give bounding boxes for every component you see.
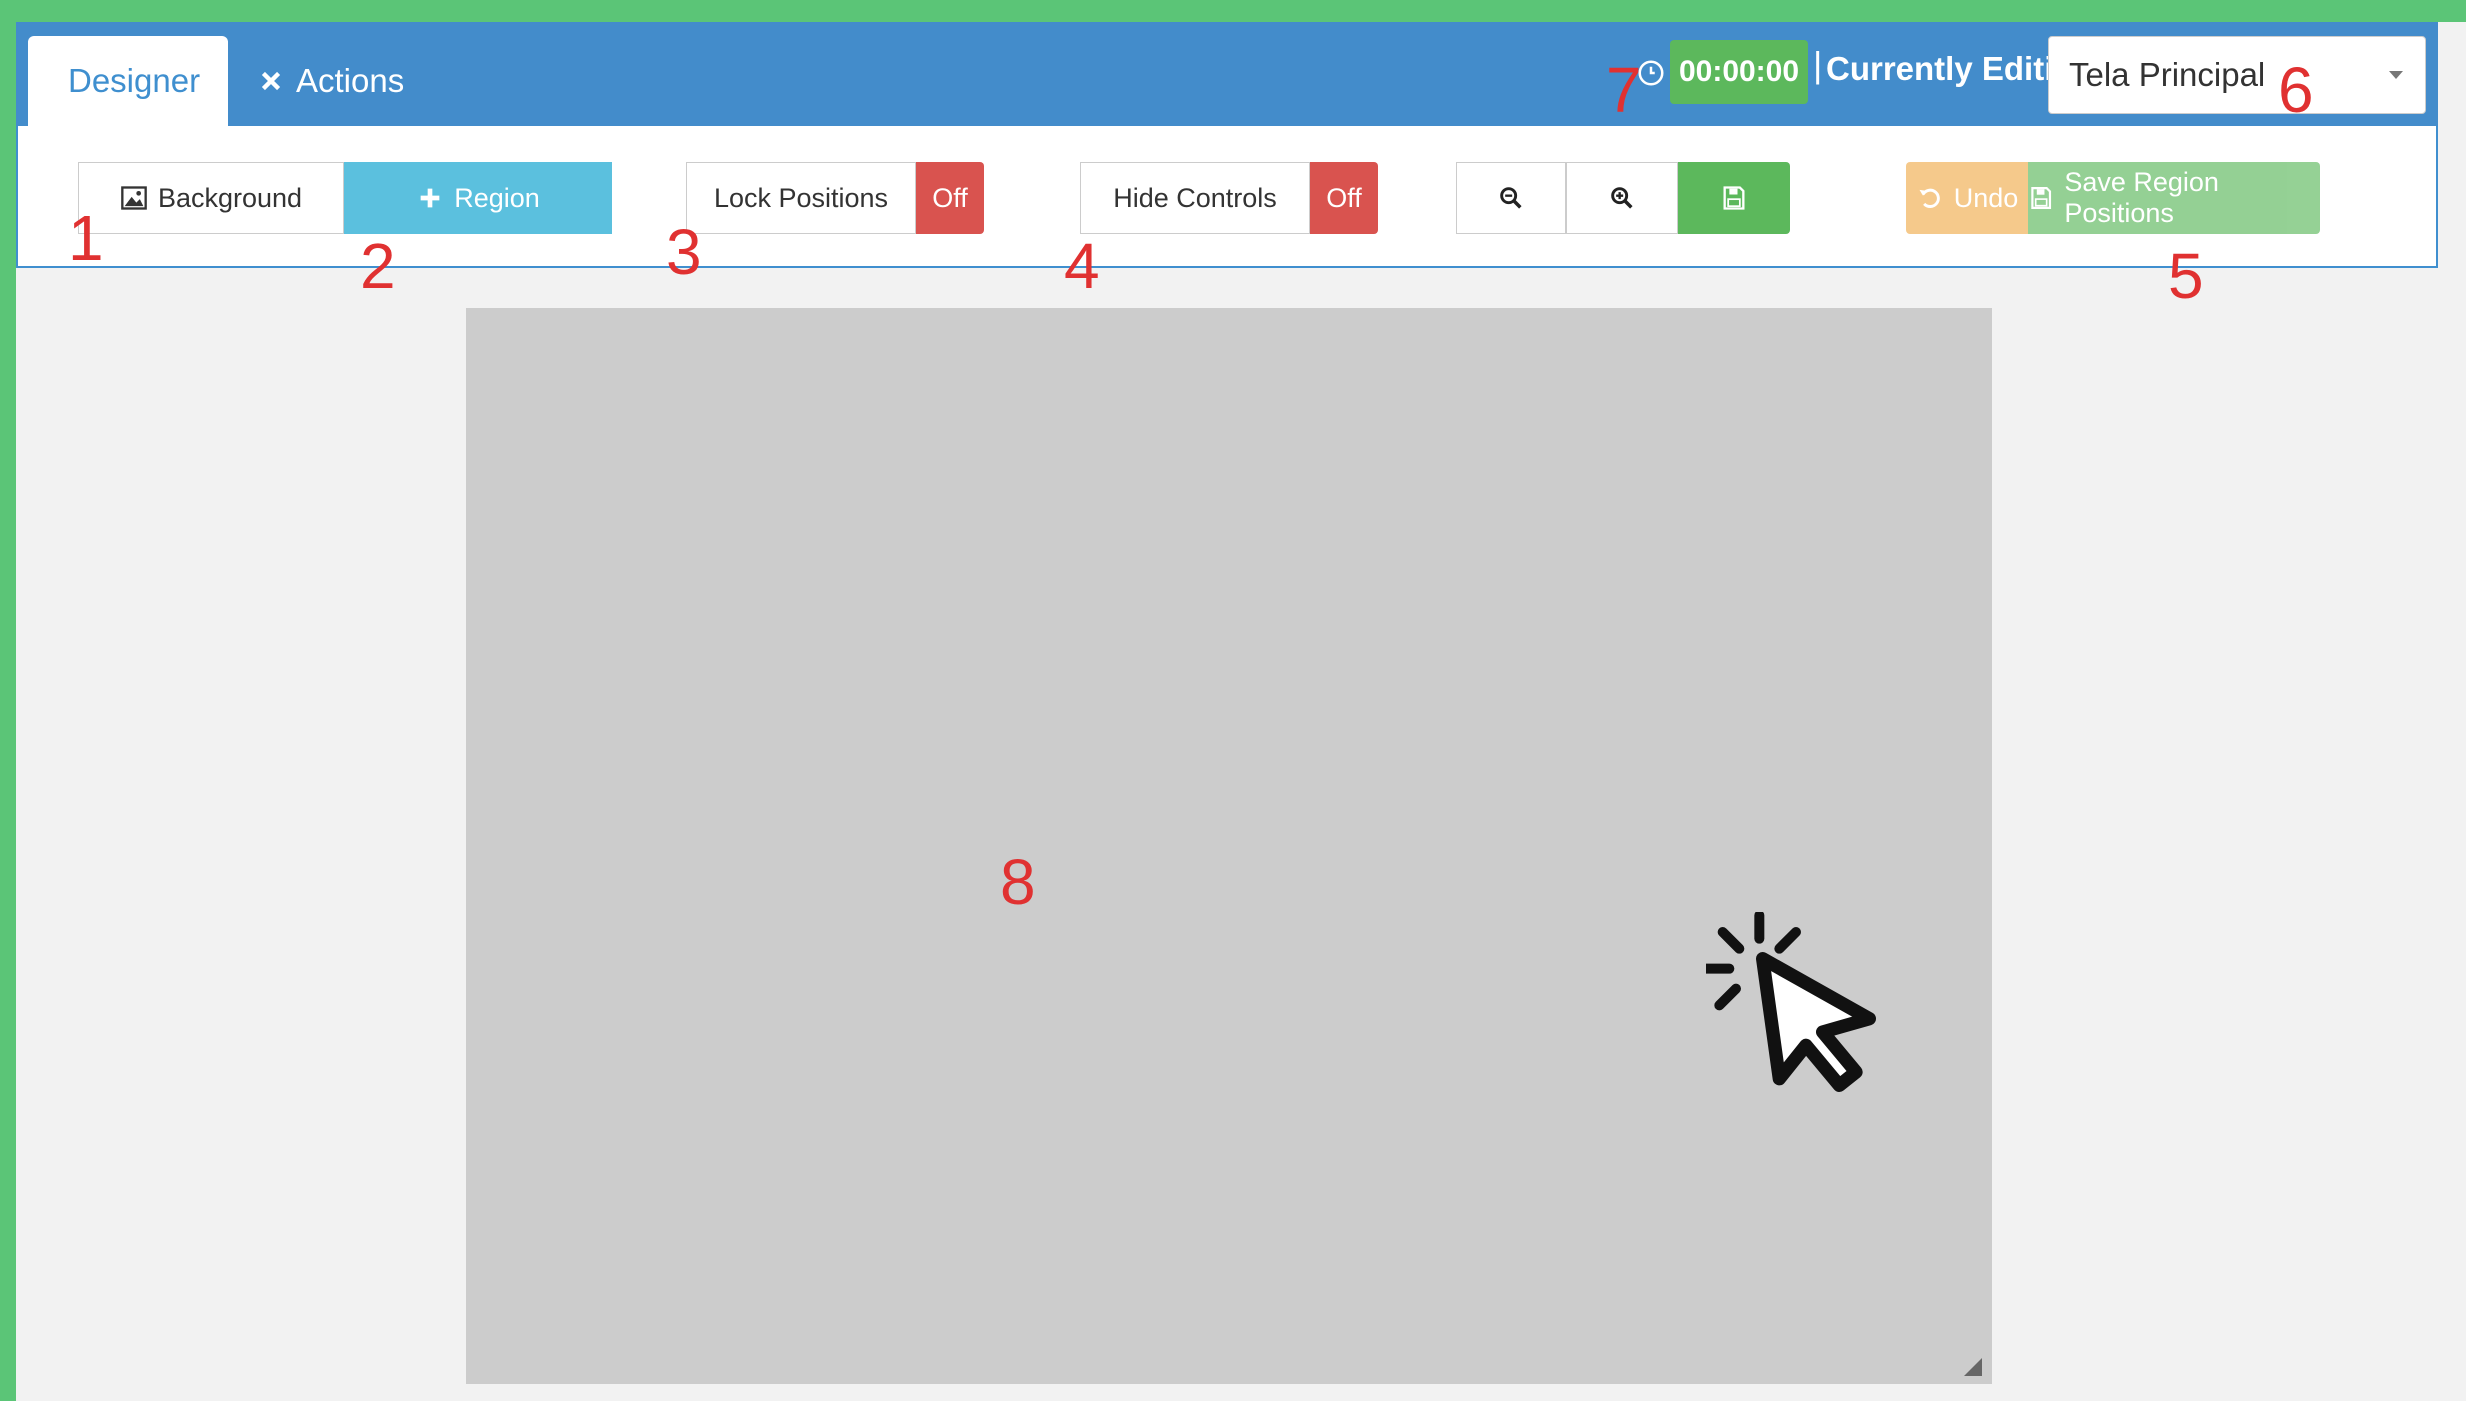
screen-select-value: Tela Principal [2069, 56, 2266, 93]
lock-positions-toggle[interactable]: Off [916, 162, 984, 234]
zoom-in-button[interactable] [1566, 162, 1678, 234]
lock-positions-label: Lock Positions [713, 182, 889, 213]
zoom-in-icon [1611, 187, 1633, 209]
timer-badge: 00:00:00 [1670, 40, 1808, 104]
background-button[interactable]: Background [78, 162, 344, 234]
tab-actions-label: Actions [296, 62, 405, 99]
plus-icon [420, 188, 440, 208]
zoom-out-button[interactable] [1456, 162, 1566, 234]
annotation-5: 5 [2168, 240, 2204, 312]
undo-icon [1919, 188, 1940, 208]
hide-controls-label: Hide Controls [1113, 182, 1277, 213]
annotation-3: 3 [666, 216, 702, 288]
annotation-8: 8 [1000, 846, 1036, 918]
header-separator: | [1813, 44, 1823, 85]
add-region-button[interactable]: Region [344, 162, 612, 234]
hide-controls-label-button[interactable]: Hide Controls [1080, 162, 1310, 234]
save-button[interactable] [1678, 162, 1790, 234]
floppy-disk-icon [1723, 186, 1745, 210]
lock-positions-label-button[interactable]: Lock Positions [686, 162, 916, 234]
annotation-2: 2 [360, 230, 396, 302]
screen-select[interactable]: Tela Principal [2048, 36, 2426, 114]
annotation-7: 7 [1606, 54, 1642, 126]
undo-button-label: Undo [1953, 182, 2019, 213]
design-canvas[interactable] [466, 308, 1992, 1384]
close-icon [261, 71, 281, 91]
tab-designer-label: Designer [68, 62, 201, 99]
save-region-positions-button[interactable]: Save Region Positions [2028, 162, 2320, 234]
top-navbar: Designer Actions 00:00:00 | Currently Ed… [16, 22, 2438, 126]
annotation-6: 6 [2278, 54, 2314, 126]
lock-positions-state: Off [932, 182, 968, 213]
floppy-disk-icon [2031, 187, 2052, 209]
zoom-out-icon [1500, 187, 1522, 209]
tab-actions[interactable]: Actions [248, 36, 414, 126]
chevron-down-icon [2389, 71, 2403, 79]
background-button-label: Background [157, 182, 303, 213]
annotation-4: 4 [1064, 230, 1100, 302]
hide-controls-state: Off [1326, 182, 1362, 213]
hide-controls-toggle[interactable]: Off [1310, 162, 1378, 234]
add-region-button-label: Region [454, 182, 540, 213]
undo-button[interactable]: Undo [1906, 162, 2028, 234]
save-region-positions-label: Save Region Positions [2064, 167, 2219, 228]
image-icon [121, 186, 147, 210]
app-window: Designer Actions 00:00:00 | Currently Ed… [16, 22, 2466, 1401]
resize-handle-icon[interactable] [1964, 1358, 1982, 1376]
tab-designer[interactable]: Designer [28, 36, 228, 126]
annotation-1: 1 [68, 202, 104, 274]
cursor-click-icon [1706, 912, 1876, 1092]
